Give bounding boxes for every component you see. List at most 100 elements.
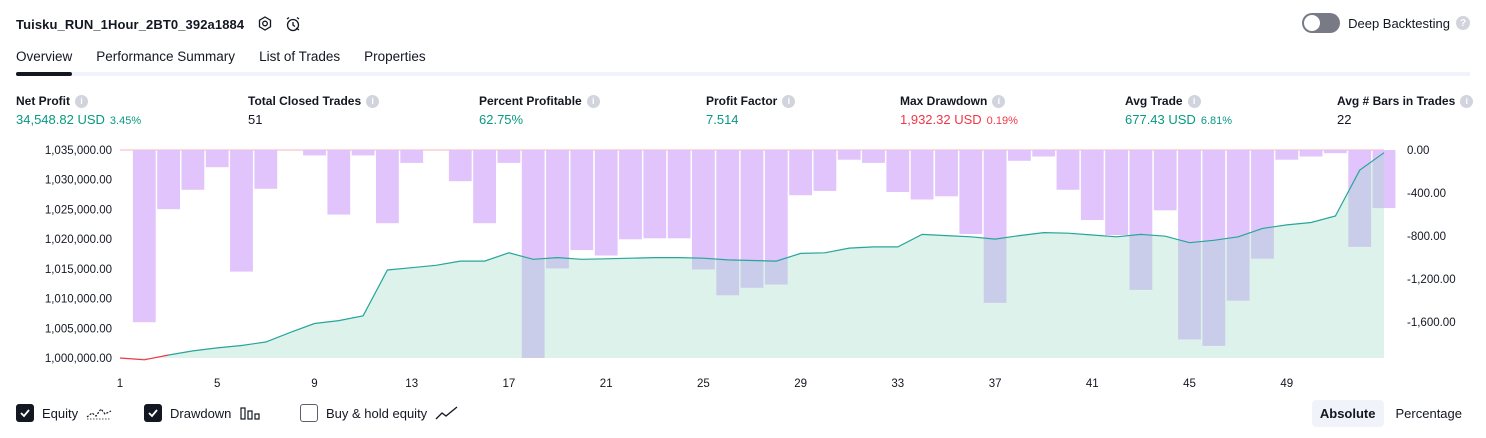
deep-backtesting-toggle[interactable] (1302, 13, 1341, 33)
x-tick-label: 29 (794, 378, 807, 390)
checkbox-unchecked-icon[interactable] (300, 404, 318, 422)
alert-clock-icon[interactable] (282, 13, 304, 35)
metric-avg-bars: Avg # Bars in Trades i 22 (1337, 94, 1474, 127)
drawdown-bar (594, 150, 618, 256)
x-tick-label: 17 (503, 378, 516, 390)
drawdown-bar (351, 150, 375, 156)
metric-percent: 6.81% (1200, 115, 1233, 127)
y-left-tick-label: 1,030,000.00 (45, 175, 112, 187)
legend-label: Equity (42, 405, 79, 421)
metric-value: 7.514 (706, 112, 739, 127)
drawdown-bar (886, 150, 910, 192)
y-left-tick-label: 1,010,000.00 (45, 294, 112, 306)
tab-overview[interactable]: Overview (16, 44, 73, 76)
y-left-tick-label: 1,025,000.00 (45, 204, 112, 216)
y-right-tick-label: -1,600.00 (1407, 317, 1456, 329)
metric-value: 34,548.82 USD (16, 112, 105, 127)
metrics-row: Net Profit i 34,548.82 USD 3.45% Total Clo… (16, 94, 1474, 130)
metric-max-drawdown: Max Drawdown i 1,932.32 USD 0.19% (900, 94, 1018, 127)
legend-equity[interactable]: Equity (16, 404, 112, 422)
drawdown-bar (1153, 150, 1177, 211)
checkbox-checked-icon[interactable] (144, 404, 162, 422)
y-right-tick-label: -800.00 (1407, 231, 1446, 243)
drawdown-bar (692, 150, 715, 270)
drawdown-bar (448, 150, 472, 182)
info-icon[interactable]: i (586, 94, 600, 108)
legend-drawdown[interactable]: Drawdown (144, 404, 261, 422)
drawdown-bar (935, 150, 958, 197)
drawdown-bar (643, 150, 667, 239)
x-tick-label: 5 (214, 378, 220, 390)
mode-absolute-button[interactable]: Absolute (1311, 400, 1384, 427)
drawdown-bar (1008, 150, 1031, 161)
x-tick-label: 1 (117, 378, 123, 390)
info-icon[interactable]: i (992, 94, 1006, 108)
drawdown-bar (473, 150, 496, 224)
drawdown-bar (789, 150, 812, 196)
metric-net-profit: Net Profit i 34,548.82 USD 3.45% (16, 94, 141, 127)
metric-total-closed-trades: Total Closed Trades i 51 (248, 94, 380, 127)
metric-label: Total Closed Trades (248, 94, 362, 108)
help-icon[interactable]: ? (1456, 16, 1470, 30)
metric-label: Avg Trade (1125, 94, 1183, 108)
y-left-tick-label: 1,000,000.00 (45, 353, 112, 365)
drawdown-bar (570, 150, 594, 251)
metric-value: 62.75% (479, 112, 524, 127)
report-tabs: Overview Performance Summary List of Tra… (16, 44, 1470, 76)
drawdown-bar (1299, 150, 1323, 157)
metric-value: 22 (1337, 112, 1352, 127)
legend-label: Buy & hold equity (326, 405, 428, 421)
y-left-tick-label: 1,015,000.00 (45, 264, 112, 276)
chart-mode-switch: Absolute Percentage (1308, 400, 1470, 427)
drawdown-bar (1324, 150, 1347, 154)
info-icon[interactable]: i (1460, 94, 1474, 108)
x-tick-label: 41 (1086, 378, 1099, 390)
checkbox-checked-icon[interactable] (16, 404, 34, 422)
info-icon[interactable]: i (1187, 94, 1201, 108)
metric-percent-profitable: Percent Profitable i 62.75% (479, 94, 600, 127)
drawdown-bar (376, 150, 399, 224)
drawdown-bar (327, 150, 351, 215)
info-icon[interactable]: i (366, 94, 380, 108)
x-tick-label: 13 (405, 378, 418, 390)
drawdown-bar (1056, 150, 1080, 190)
x-tick-label: 9 (311, 378, 317, 390)
y-left-tick-label: 1,005,000.00 (45, 323, 112, 335)
y-left-tick-label: 1,020,000.00 (45, 234, 112, 246)
legend-buy-hold-equity[interactable]: Buy & hold equity (300, 404, 459, 422)
chart-footer: Equity Drawdown Buy & hold equity Absolu… (16, 400, 1470, 428)
drawdown-bar (546, 150, 569, 269)
deep-backtesting-label: Deep Backtesting (1348, 15, 1450, 31)
tab-properties[interactable]: Properties (364, 44, 426, 72)
drawdown-bar (205, 150, 229, 168)
metric-label: Profit Factor (706, 94, 778, 108)
info-icon[interactable]: i (782, 94, 796, 108)
settings-icon[interactable] (254, 13, 276, 35)
strategy-name: Tuisku_RUN_1Hour_2BT0_392a1884 (16, 16, 245, 32)
buy-hold-line-icon (435, 405, 459, 421)
drawdown-bar (303, 150, 326, 156)
x-tick-label: 37 (989, 378, 1002, 390)
drawdown-bar (1105, 150, 1128, 235)
drawdown-bar (157, 150, 180, 210)
drawdown-bar (1032, 150, 1056, 157)
x-tick-label: 49 (1280, 378, 1293, 390)
metric-label: Avg # Bars in Trades (1337, 94, 1456, 108)
drawdown-bar (254, 150, 278, 189)
equity-drawdown-chart[interactable]: 1,000,000.00 1,005,000.00 1,010,000.00 1,01… (0, 138, 1486, 396)
metric-value: 1,932.32 USD (900, 112, 982, 127)
x-tick-label: 25 (697, 378, 710, 390)
drawdown-bars-icon (239, 405, 261, 421)
metric-percent: 3.45% (109, 115, 142, 127)
drawdown-bar (910, 150, 934, 200)
drawdown-bar (619, 150, 642, 240)
tab-performance-summary[interactable]: Performance Summary (96, 44, 235, 72)
mode-percentage-button[interactable]: Percentage (1388, 400, 1471, 427)
tab-list-of-trades[interactable]: List of Trades (259, 44, 340, 72)
info-icon[interactable]: i (75, 94, 88, 108)
drawdown-bar (132, 150, 156, 323)
metric-profit-factor: Profit Factor i 7.514 (706, 94, 796, 127)
metric-label: Percent Profitable (479, 94, 582, 108)
y-right-tick-label: -400.00 (1407, 188, 1446, 200)
drawdown-bar (497, 150, 521, 163)
